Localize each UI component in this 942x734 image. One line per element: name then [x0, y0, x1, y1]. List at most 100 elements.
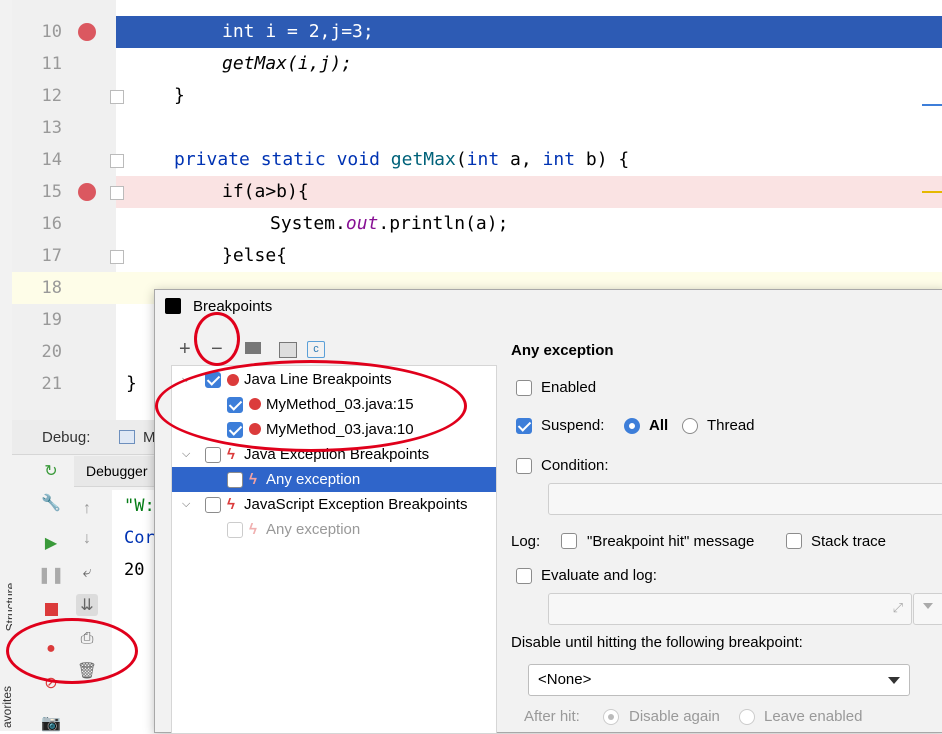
code-text: } — [126, 373, 137, 394]
leave-enabled-label: Leave enabled — [764, 708, 863, 725]
code-text: } — [174, 85, 185, 106]
down-arrow-icon[interactable]: ↓ — [76, 528, 98, 550]
fold-icon[interactable] — [110, 186, 124, 200]
code-text: if(a>b){ — [222, 181, 309, 202]
debugger-tab[interactable]: Debugger — [86, 463, 148, 479]
tree-label: Any exception — [266, 471, 361, 488]
suspend-thread-label: Thread — [707, 417, 755, 434]
rerun-icon[interactable]: ↻ — [40, 460, 62, 482]
up-arrow-icon[interactable]: ↑ — [76, 498, 98, 520]
evaluate-log-label: Evaluate and log: — [541, 567, 657, 584]
line-number: 18 — [41, 278, 62, 298]
disable-again-radio[interactable] — [603, 709, 619, 725]
expand-icon[interactable]: ⤢ — [893, 600, 903, 616]
console-output: "W: Cor 20 — [112, 490, 157, 731]
code-line[interactable]: 10 int i = 2,j=3; — [12, 16, 942, 48]
group-checkbox[interactable] — [205, 447, 221, 463]
enabled-checkbox[interactable] — [516, 380, 532, 396]
dialog-title-bar: Breakpoints — [155, 290, 942, 324]
console-line: 20 — [124, 560, 145, 580]
stop-icon[interactable] — [40, 598, 62, 620]
add-breakpoint-button[interactable]: + — [179, 338, 191, 361]
breakpoint-check-icon[interactable] — [78, 23, 96, 41]
fold-icon[interactable] — [110, 90, 124, 104]
code-line[interactable]: 17 }else{ — [12, 240, 942, 272]
group-by-class-icon[interactable]: c — [307, 341, 325, 358]
condition-input[interactable] — [548, 483, 942, 515]
annotation-circle — [6, 618, 138, 684]
code-line[interactable]: 11 getMax(i,j); — [12, 48, 942, 80]
annotation-circle — [155, 360, 467, 452]
line-number: 14 — [41, 150, 62, 170]
chevron-down-icon[interactable]: ⌵ — [182, 492, 190, 517]
chevron-down-icon — [923, 603, 933, 609]
annotation-circle — [194, 312, 240, 366]
lightning-icon: ϟ — [249, 471, 257, 488]
stack-trace-checkbox[interactable] — [786, 533, 802, 549]
chevron-down-icon[interactable]: ⌵ — [182, 442, 190, 467]
dialog-title: Breakpoints — [193, 298, 273, 315]
code-line[interactable]: 16 System.out.println(a); — [12, 208, 942, 240]
condition-checkbox[interactable] — [516, 458, 532, 474]
scrollbar-marker — [922, 191, 942, 193]
suspend-all-radio[interactable] — [624, 418, 640, 434]
tree-label: Any exception — [266, 521, 361, 538]
group-by-package-icon[interactable] — [245, 342, 261, 354]
disable-until-value: <None> — [538, 671, 592, 688]
line-number: 19 — [41, 310, 62, 330]
line-number: 16 — [41, 214, 62, 234]
breakpoint-hit-label: "Breakpoint hit" message — [587, 533, 755, 550]
intellij-logo-icon — [165, 298, 181, 314]
evaluate-log-input[interactable]: ⤢ — [548, 593, 912, 625]
scrollbar-marker — [922, 104, 942, 106]
code-line[interactable]: 12 } — [12, 80, 942, 112]
log-label: Log: — [511, 533, 541, 550]
breakpoint-hit-checkbox[interactable] — [561, 533, 577, 549]
wrench-icon[interactable]: 🔧 — [40, 492, 62, 514]
code-line[interactable]: 13 — [12, 112, 942, 144]
fold-icon[interactable] — [110, 154, 124, 168]
soft-wrap-icon[interactable]: ⤶ — [76, 562, 98, 584]
evaluate-log-history-button[interactable] — [913, 593, 942, 625]
tree-item-any-exception[interactable]: ϟ Any exception — [172, 517, 496, 542]
group-checkbox[interactable] — [205, 497, 221, 513]
tree-label: JavaScript Exception Breakpoints — [244, 496, 468, 513]
code-text: }else{ — [222, 245, 288, 266]
code-text: System.out.println(a); — [270, 213, 509, 234]
evaluate-log-checkbox[interactable] — [516, 568, 532, 584]
details-heading: Any exception — [511, 342, 614, 359]
line-number: 17 — [41, 246, 62, 266]
debug-header: Debug: M — [12, 420, 157, 455]
code-line[interactable]: 15 if(a>b){ — [12, 176, 942, 208]
tree-item-any-exception-selected[interactable]: ϟ Any exception — [172, 467, 496, 492]
line-number: 21 — [41, 374, 62, 394]
debugger-tab-bar: Debugger — [74, 456, 157, 487]
leave-enabled-radio[interactable] — [739, 709, 755, 725]
item-checkbox[interactable] — [227, 522, 243, 538]
fold-icon[interactable] — [110, 250, 124, 264]
code-line[interactable]: 14 private static void getMax(int a, int… — [12, 144, 942, 176]
console-line: "W: — [124, 496, 155, 516]
line-number: 15 — [41, 182, 62, 202]
suspend-thread-radio[interactable] — [682, 418, 698, 434]
scroll-to-end-icon[interactable]: ⇊ — [76, 594, 98, 616]
stack-trace-label: Stack trace — [811, 533, 887, 550]
breakpoint-check-icon[interactable] — [78, 183, 96, 201]
item-checkbox[interactable] — [227, 472, 243, 488]
suspend-checkbox[interactable] — [516, 418, 532, 434]
lightning-icon: ϟ — [249, 521, 257, 538]
disable-again-label: Disable again — [629, 708, 720, 725]
debug-label: Debug: — [42, 429, 91, 446]
tree-group-javascript-exception[interactable]: ⌵ ϟ JavaScript Exception Breakpoints — [172, 492, 496, 517]
suspend-all-label: All — [649, 417, 669, 434]
group-by-file-icon[interactable] — [279, 342, 297, 358]
disable-until-label: Disable until hitting the following brea… — [511, 634, 803, 651]
resume-icon[interactable]: ▶ — [40, 532, 62, 554]
console-line: Cor — [124, 528, 155, 548]
run-config-icon — [119, 430, 135, 444]
enabled-label: Enabled — [541, 379, 597, 396]
disable-until-select[interactable]: <None> — [528, 664, 910, 696]
code-text: private static void getMax(int a, int b)… — [174, 149, 630, 170]
pause-icon[interactable]: ❚❚ — [38, 564, 65, 586]
line-number: 20 — [41, 342, 62, 362]
